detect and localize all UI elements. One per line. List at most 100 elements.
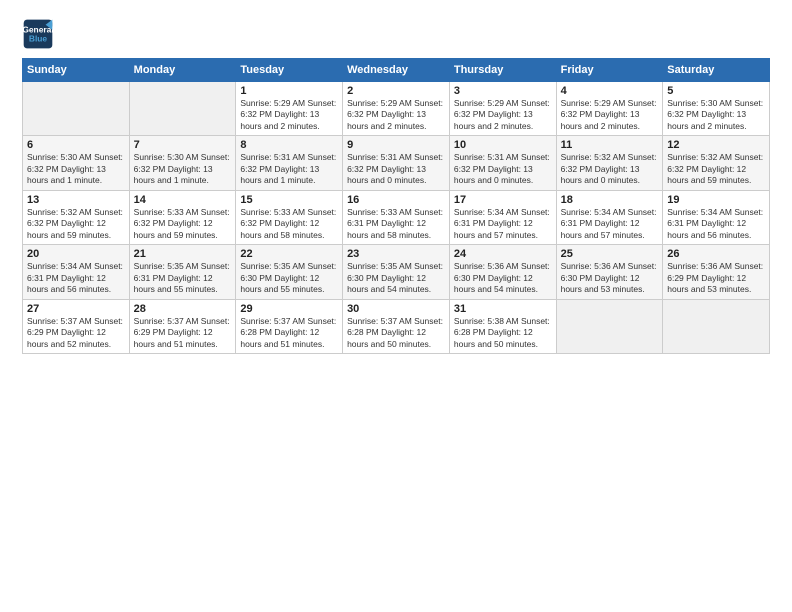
calendar-cell: 20Sunrise: 5:34 AM Sunset: 6:31 PM Dayli… — [23, 245, 130, 299]
calendar-cell: 17Sunrise: 5:34 AM Sunset: 6:31 PM Dayli… — [449, 190, 556, 244]
day-number: 2 — [347, 85, 445, 97]
calendar-cell: 16Sunrise: 5:33 AM Sunset: 6:31 PM Dayli… — [343, 190, 450, 244]
calendar-cell: 15Sunrise: 5:33 AM Sunset: 6:32 PM Dayli… — [236, 190, 343, 244]
day-number: 19 — [667, 194, 765, 206]
day-info: Sunrise: 5:29 AM Sunset: 6:32 PM Dayligh… — [454, 98, 552, 132]
day-info: Sunrise: 5:33 AM Sunset: 6:32 PM Dayligh… — [134, 207, 232, 241]
day-number: 22 — [240, 248, 338, 260]
day-number: 17 — [454, 194, 552, 206]
calendar-cell: 1Sunrise: 5:29 AM Sunset: 6:32 PM Daylig… — [236, 82, 343, 136]
day-info: Sunrise: 5:30 AM Sunset: 6:32 PM Dayligh… — [27, 152, 125, 186]
weekday-header-sunday: Sunday — [23, 59, 130, 82]
day-number: 3 — [454, 85, 552, 97]
day-number: 29 — [240, 303, 338, 315]
calendar-cell: 4Sunrise: 5:29 AM Sunset: 6:32 PM Daylig… — [556, 82, 663, 136]
calendar-cell: 13Sunrise: 5:32 AM Sunset: 6:32 PM Dayli… — [23, 190, 130, 244]
calendar-cell: 23Sunrise: 5:35 AM Sunset: 6:30 PM Dayli… — [343, 245, 450, 299]
calendar-cell: 18Sunrise: 5:34 AM Sunset: 6:31 PM Dayli… — [556, 190, 663, 244]
calendar-cell — [129, 82, 236, 136]
calendar-table: SundayMondayTuesdayWednesdayThursdayFrid… — [22, 58, 770, 354]
day-info: Sunrise: 5:37 AM Sunset: 6:28 PM Dayligh… — [347, 316, 445, 350]
calendar-cell: 30Sunrise: 5:37 AM Sunset: 6:28 PM Dayli… — [343, 299, 450, 353]
day-info: Sunrise: 5:34 AM Sunset: 6:31 PM Dayligh… — [454, 207, 552, 241]
weekday-header-saturday: Saturday — [663, 59, 770, 82]
header: General Blue — [22, 18, 770, 50]
calendar-cell: 2Sunrise: 5:29 AM Sunset: 6:32 PM Daylig… — [343, 82, 450, 136]
day-info: Sunrise: 5:31 AM Sunset: 6:32 PM Dayligh… — [240, 152, 338, 186]
day-info: Sunrise: 5:32 AM Sunset: 6:32 PM Dayligh… — [561, 152, 659, 186]
weekday-header-thursday: Thursday — [449, 59, 556, 82]
day-number: 25 — [561, 248, 659, 260]
weekday-header-row: SundayMondayTuesdayWednesdayThursdayFrid… — [23, 59, 770, 82]
calendar-cell: 5Sunrise: 5:30 AM Sunset: 6:32 PM Daylig… — [663, 82, 770, 136]
calendar-cell: 25Sunrise: 5:36 AM Sunset: 6:30 PM Dayli… — [556, 245, 663, 299]
week-row-4: 20Sunrise: 5:34 AM Sunset: 6:31 PM Dayli… — [23, 245, 770, 299]
day-number: 7 — [134, 139, 232, 151]
week-row-2: 6Sunrise: 5:30 AM Sunset: 6:32 PM Daylig… — [23, 136, 770, 190]
day-number: 18 — [561, 194, 659, 206]
day-info: Sunrise: 5:29 AM Sunset: 6:32 PM Dayligh… — [240, 98, 338, 132]
calendar-cell: 21Sunrise: 5:35 AM Sunset: 6:31 PM Dayli… — [129, 245, 236, 299]
calendar-cell: 12Sunrise: 5:32 AM Sunset: 6:32 PM Dayli… — [663, 136, 770, 190]
day-info: Sunrise: 5:37 AM Sunset: 6:29 PM Dayligh… — [27, 316, 125, 350]
day-info: Sunrise: 5:32 AM Sunset: 6:32 PM Dayligh… — [27, 207, 125, 241]
calendar-cell: 31Sunrise: 5:38 AM Sunset: 6:28 PM Dayli… — [449, 299, 556, 353]
weekday-header-tuesday: Tuesday — [236, 59, 343, 82]
day-number: 27 — [27, 303, 125, 315]
day-info: Sunrise: 5:34 AM Sunset: 6:31 PM Dayligh… — [667, 207, 765, 241]
day-info: Sunrise: 5:30 AM Sunset: 6:32 PM Dayligh… — [667, 98, 765, 132]
calendar-cell — [556, 299, 663, 353]
calendar-cell: 3Sunrise: 5:29 AM Sunset: 6:32 PM Daylig… — [449, 82, 556, 136]
day-info: Sunrise: 5:38 AM Sunset: 6:28 PM Dayligh… — [454, 316, 552, 350]
week-row-3: 13Sunrise: 5:32 AM Sunset: 6:32 PM Dayli… — [23, 190, 770, 244]
day-number: 4 — [561, 85, 659, 97]
day-number: 15 — [240, 194, 338, 206]
day-number: 31 — [454, 303, 552, 315]
day-info: Sunrise: 5:31 AM Sunset: 6:32 PM Dayligh… — [454, 152, 552, 186]
day-info: Sunrise: 5:30 AM Sunset: 6:32 PM Dayligh… — [134, 152, 232, 186]
day-number: 20 — [27, 248, 125, 260]
week-row-1: 1Sunrise: 5:29 AM Sunset: 6:32 PM Daylig… — [23, 82, 770, 136]
page: General Blue SundayMondayTuesdayWednesda… — [0, 0, 792, 612]
day-number: 28 — [134, 303, 232, 315]
day-number: 14 — [134, 194, 232, 206]
day-info: Sunrise: 5:37 AM Sunset: 6:28 PM Dayligh… — [240, 316, 338, 350]
day-info: Sunrise: 5:29 AM Sunset: 6:32 PM Dayligh… — [561, 98, 659, 132]
day-info: Sunrise: 5:31 AM Sunset: 6:32 PM Dayligh… — [347, 152, 445, 186]
calendar-cell: 28Sunrise: 5:37 AM Sunset: 6:29 PM Dayli… — [129, 299, 236, 353]
calendar-cell: 24Sunrise: 5:36 AM Sunset: 6:30 PM Dayli… — [449, 245, 556, 299]
day-info: Sunrise: 5:29 AM Sunset: 6:32 PM Dayligh… — [347, 98, 445, 132]
day-number: 6 — [27, 139, 125, 151]
calendar-cell: 26Sunrise: 5:36 AM Sunset: 6:29 PM Dayli… — [663, 245, 770, 299]
day-info: Sunrise: 5:34 AM Sunset: 6:31 PM Dayligh… — [561, 207, 659, 241]
calendar-cell: 14Sunrise: 5:33 AM Sunset: 6:32 PM Dayli… — [129, 190, 236, 244]
day-number: 13 — [27, 194, 125, 206]
day-number: 24 — [454, 248, 552, 260]
weekday-header-friday: Friday — [556, 59, 663, 82]
calendar-cell: 11Sunrise: 5:32 AM Sunset: 6:32 PM Dayli… — [556, 136, 663, 190]
calendar-cell: 9Sunrise: 5:31 AM Sunset: 6:32 PM Daylig… — [343, 136, 450, 190]
day-info: Sunrise: 5:32 AM Sunset: 6:32 PM Dayligh… — [667, 152, 765, 186]
logo: General Blue — [22, 18, 58, 50]
calendar-cell: 27Sunrise: 5:37 AM Sunset: 6:29 PM Dayli… — [23, 299, 130, 353]
day-info: Sunrise: 5:33 AM Sunset: 6:31 PM Dayligh… — [347, 207, 445, 241]
week-row-5: 27Sunrise: 5:37 AM Sunset: 6:29 PM Dayli… — [23, 299, 770, 353]
day-number: 11 — [561, 139, 659, 151]
day-number: 9 — [347, 139, 445, 151]
day-info: Sunrise: 5:36 AM Sunset: 6:29 PM Dayligh… — [667, 261, 765, 295]
day-info: Sunrise: 5:34 AM Sunset: 6:31 PM Dayligh… — [27, 261, 125, 295]
day-number: 10 — [454, 139, 552, 151]
day-info: Sunrise: 5:35 AM Sunset: 6:31 PM Dayligh… — [134, 261, 232, 295]
svg-text:Blue: Blue — [29, 34, 48, 44]
calendar-cell: 6Sunrise: 5:30 AM Sunset: 6:32 PM Daylig… — [23, 136, 130, 190]
calendar-cell: 10Sunrise: 5:31 AM Sunset: 6:32 PM Dayli… — [449, 136, 556, 190]
calendar-cell: 29Sunrise: 5:37 AM Sunset: 6:28 PM Dayli… — [236, 299, 343, 353]
day-number: 16 — [347, 194, 445, 206]
day-number: 8 — [240, 139, 338, 151]
day-info: Sunrise: 5:33 AM Sunset: 6:32 PM Dayligh… — [240, 207, 338, 241]
day-number: 21 — [134, 248, 232, 260]
calendar-cell — [23, 82, 130, 136]
day-number: 30 — [347, 303, 445, 315]
day-info: Sunrise: 5:36 AM Sunset: 6:30 PM Dayligh… — [561, 261, 659, 295]
day-info: Sunrise: 5:36 AM Sunset: 6:30 PM Dayligh… — [454, 261, 552, 295]
